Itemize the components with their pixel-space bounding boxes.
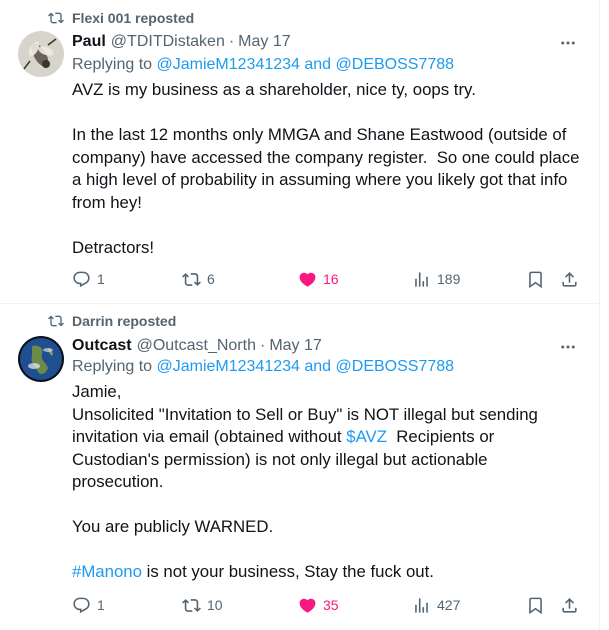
user-handle[interactable]: @Outcast_North bbox=[137, 337, 256, 355]
more-icon bbox=[561, 41, 575, 45]
tweet-date[interactable]: May 17 bbox=[269, 337, 321, 355]
tweet-text-paragraph: #Manono is not your business, Stay the f… bbox=[72, 561, 582, 584]
reply-count: 1 bbox=[97, 271, 105, 287]
like-button[interactable]: 16 bbox=[298, 268, 339, 290]
bookmark-button[interactable] bbox=[526, 268, 545, 290]
timeline: Flexi 001 reposted Paul @TDITDistaken · … bbox=[0, 0, 600, 630]
tweet-text-segment: is not your business, Stay the fuck out. bbox=[141, 562, 434, 581]
tweet-header: Paul @TDITDistaken · May 17 bbox=[72, 31, 291, 53]
tweet-text-paragraph: You are publicly WARNED. bbox=[72, 517, 274, 536]
more-icon bbox=[561, 345, 575, 349]
replying-prefix: Replying to bbox=[72, 358, 157, 375]
share-button[interactable] bbox=[560, 594, 579, 616]
earth-globe-avatar bbox=[18, 336, 64, 382]
tweet-text-line: AVZ is my business as a shareholder, nic… bbox=[72, 80, 476, 99]
tweet[interactable]: Darrin reposted Outcast @Outcast_North ·… bbox=[0, 305, 600, 630]
reply-mentions-link[interactable]: @JamieM12341234 and @DEBOSS7788 bbox=[157, 358, 455, 375]
tweet-text-paragraph: Unsolicited "Invitation to Sell or Buy" … bbox=[72, 404, 582, 494]
repost-context[interactable]: Darrin reposted bbox=[48, 312, 176, 330]
reply-icon bbox=[73, 597, 90, 613]
tweet-text: AVZ is my business as a shareholder, nic… bbox=[72, 79, 582, 259]
replying-prefix: Replying to bbox=[72, 56, 157, 73]
replying-to: Replying to @JamieM12341234 and @DEBOSS7… bbox=[72, 56, 454, 78]
view-count: 189 bbox=[437, 271, 461, 287]
repost-button[interactable]: 6 bbox=[182, 268, 215, 290]
display-name[interactable]: Paul bbox=[72, 33, 106, 51]
repost-icon bbox=[48, 315, 64, 327]
more-button[interactable] bbox=[558, 34, 578, 52]
bookmark-icon bbox=[529, 271, 542, 288]
repost-label: Flexi 001 reposted bbox=[72, 10, 195, 26]
tweet-text-line: Jamie, bbox=[72, 382, 122, 401]
avatar[interactable] bbox=[18, 31, 64, 77]
repost-count: 6 bbox=[207, 271, 215, 287]
reply-button[interactable]: 1 bbox=[72, 268, 105, 290]
bookmark-button[interactable] bbox=[526, 594, 545, 616]
avatar[interactable] bbox=[18, 336, 64, 382]
fly-photo-avatar bbox=[18, 31, 64, 77]
views-icon bbox=[415, 271, 428, 287]
view-count: 427 bbox=[437, 597, 461, 613]
bookmark-icon bbox=[529, 597, 542, 614]
separator-dot: · bbox=[228, 33, 235, 50]
tweet-text: Jamie, Unsolicited "Invitation to Sell o… bbox=[72, 381, 582, 584]
action-bar: 1 10 35 427 bbox=[70, 594, 580, 616]
tweet[interactable]: Flexi 001 reposted Paul @TDITDistaken · … bbox=[0, 0, 600, 304]
tweet-date[interactable]: May 17 bbox=[238, 33, 290, 51]
repost-count: 10 bbox=[207, 597, 223, 613]
like-button[interactable]: 35 bbox=[298, 594, 339, 616]
repost-label: Darrin reposted bbox=[72, 313, 177, 329]
like-icon bbox=[299, 598, 316, 613]
reply-button[interactable]: 1 bbox=[72, 594, 105, 616]
tweet-text-paragraph: Detractors! bbox=[72, 237, 155, 257]
reply-mentions-link[interactable]: @JamieM12341234 and @DEBOSS7788 bbox=[157, 56, 455, 73]
cashtag-link[interactable]: $AVZ bbox=[346, 427, 387, 446]
repost-icon bbox=[182, 272, 201, 286]
reply-icon bbox=[73, 271, 90, 287]
more-button[interactable] bbox=[558, 338, 578, 356]
tweet-header: Outcast @Outcast_North · May 17 bbox=[72, 335, 322, 357]
separator-dot: · bbox=[259, 337, 266, 354]
views-icon bbox=[415, 597, 428, 613]
display-name[interactable]: Outcast bbox=[72, 337, 132, 355]
share-button[interactable] bbox=[560, 268, 579, 290]
like-count: 35 bbox=[323, 597, 339, 613]
action-bar: 1 6 16 189 bbox=[70, 268, 580, 290]
user-handle[interactable]: @TDITDistaken bbox=[111, 33, 225, 51]
views-button[interactable]: 427 bbox=[412, 594, 460, 616]
share-icon bbox=[562, 597, 577, 613]
tweet-text-paragraph: In the last 12 months only MMGA and Shan… bbox=[72, 125, 585, 212]
like-icon bbox=[299, 272, 316, 287]
repost-context[interactable]: Flexi 001 reposted bbox=[48, 9, 194, 27]
repost-icon bbox=[48, 12, 64, 24]
repost-icon bbox=[182, 598, 201, 612]
share-icon bbox=[562, 271, 577, 287]
reply-count: 1 bbox=[97, 597, 105, 613]
repost-button[interactable]: 10 bbox=[182, 594, 223, 616]
like-count: 16 bbox=[323, 271, 339, 287]
hashtag-link[interactable]: #Manono bbox=[72, 562, 142, 581]
replying-to: Replying to @JamieM12341234 and @DEBOSS7… bbox=[72, 358, 454, 380]
views-button[interactable]: 189 bbox=[412, 268, 460, 290]
